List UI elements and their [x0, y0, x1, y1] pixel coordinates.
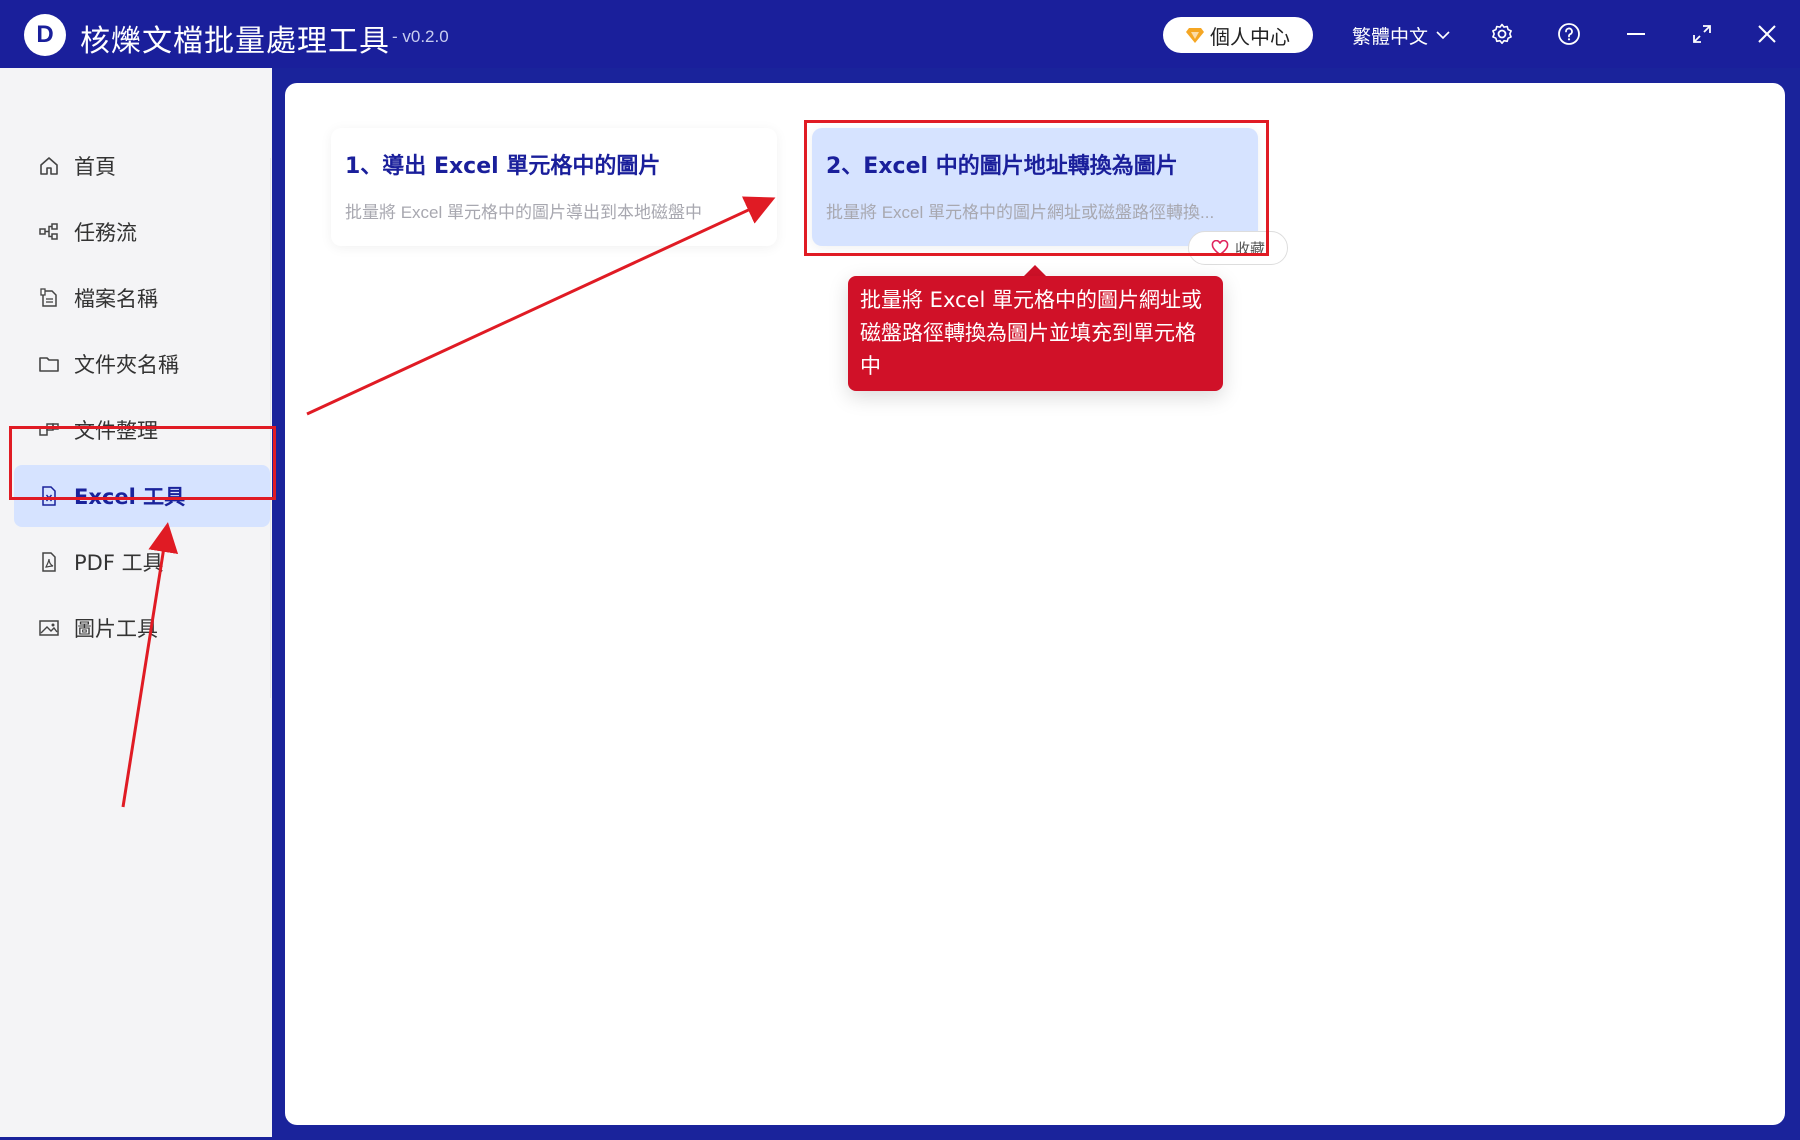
maximize-icon[interactable] [1688, 20, 1716, 48]
sidebar-item-label: 文件夾名稱 [74, 353, 179, 377]
user-center-button[interactable]: 個人中心 [1163, 17, 1313, 53]
sidebar-item-home[interactable]: 首頁 [14, 135, 270, 197]
sidebar-item-label: 任務流 [74, 221, 137, 245]
tool-card-description: 批量將 Excel 單元格中的圖片導出到本地磁盤中 [345, 203, 703, 222]
tooltip-arrow [1024, 265, 1046, 276]
sidebar-item-label: PDF 工具 [74, 551, 164, 575]
app-logo-icon: D [24, 14, 66, 56]
app-version: - v0.2.0 [392, 27, 449, 46]
home-icon [38, 155, 60, 177]
tool-description-tooltip: 批量將 Excel 單元格中的圖片網址或 磁盤路徑轉換為圖片並填充到單元格 中 [848, 276, 1223, 391]
sidebar-item-image-tools[interactable]: 圖片工具 [14, 597, 270, 659]
tooltip-line: 批量將 Excel 單元格中的圖片網址或 [860, 288, 1202, 312]
pdf-file-icon [38, 551, 60, 573]
sidebar-item-file-rename[interactable]: 檔案名稱 [14, 267, 270, 329]
folder-icon [38, 353, 60, 375]
gear-icon[interactable] [1488, 20, 1516, 48]
sidebar-item-label: 圖片工具 [74, 617, 158, 641]
annotation-box-excel-tools [9, 426, 276, 500]
title-bar: D 核爍文檔批量處理工具 - v0.2.0 個人中心 繁體中文 [0, 0, 1800, 68]
annotation-box-tool-card [804, 120, 1269, 256]
minimize-icon[interactable] [1622, 20, 1650, 48]
diamond-icon [1186, 28, 1204, 43]
sidebar-item-pdf-tools[interactable]: PDF 工具 [14, 531, 270, 593]
image-icon [38, 617, 60, 639]
workflow-icon [38, 221, 60, 243]
help-icon[interactable] [1555, 20, 1583, 48]
close-icon[interactable] [1753, 20, 1781, 48]
file-rename-icon [38, 287, 60, 309]
sidebar-item-workflow[interactable]: 任務流 [14, 201, 270, 263]
language-label: 繁體中文 [1352, 26, 1429, 48]
user-center-label: 個人中心 [1210, 24, 1290, 49]
language-select[interactable]: 繁體中文 [1352, 22, 1450, 49]
tooltip-line: 中 [860, 354, 881, 378]
chevron-down-icon [1436, 31, 1450, 40]
sidebar: 首頁 任務流 檔案名稱 文件夾名稱 文件整理 Excel 工具 PDF 工具 圖… [0, 68, 272, 1137]
sidebar-item-label: 首頁 [74, 155, 116, 179]
tool-card-title: 1、導出 Excel 單元格中的圖片 [345, 154, 661, 179]
app-title: 核爍文檔批量處理工具 [80, 24, 390, 59]
tooltip-line: 磁盤路徑轉換為圖片並填充到單元格 [860, 321, 1196, 345]
sidebar-item-folder-rename[interactable]: 文件夾名稱 [14, 333, 270, 395]
sidebar-item-label: 檔案名稱 [74, 287, 158, 311]
tool-card-export-images[interactable]: 1、導出 Excel 單元格中的圖片 批量將 Excel 單元格中的圖片導出到本… [331, 128, 777, 246]
